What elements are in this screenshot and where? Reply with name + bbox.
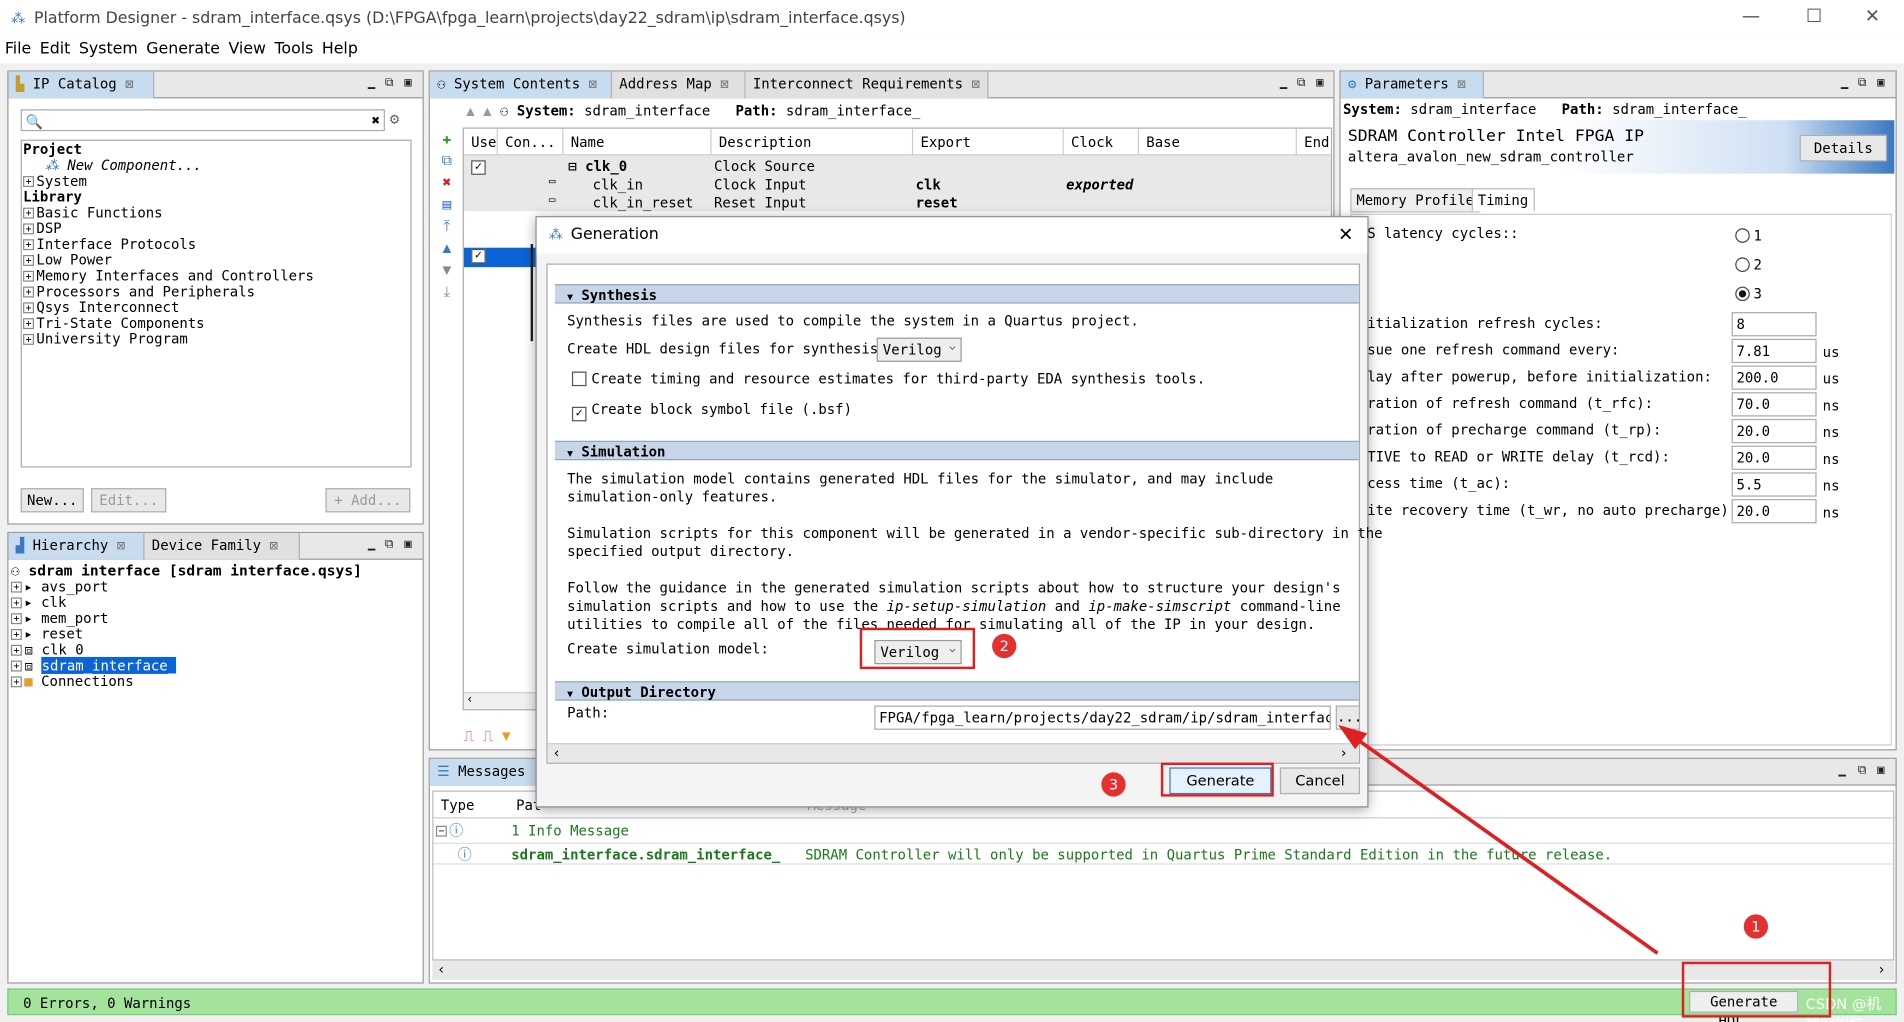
annotation-arrow-line <box>1344 729 1659 955</box>
annotation-arrow <box>1338 724 1659 955</box>
